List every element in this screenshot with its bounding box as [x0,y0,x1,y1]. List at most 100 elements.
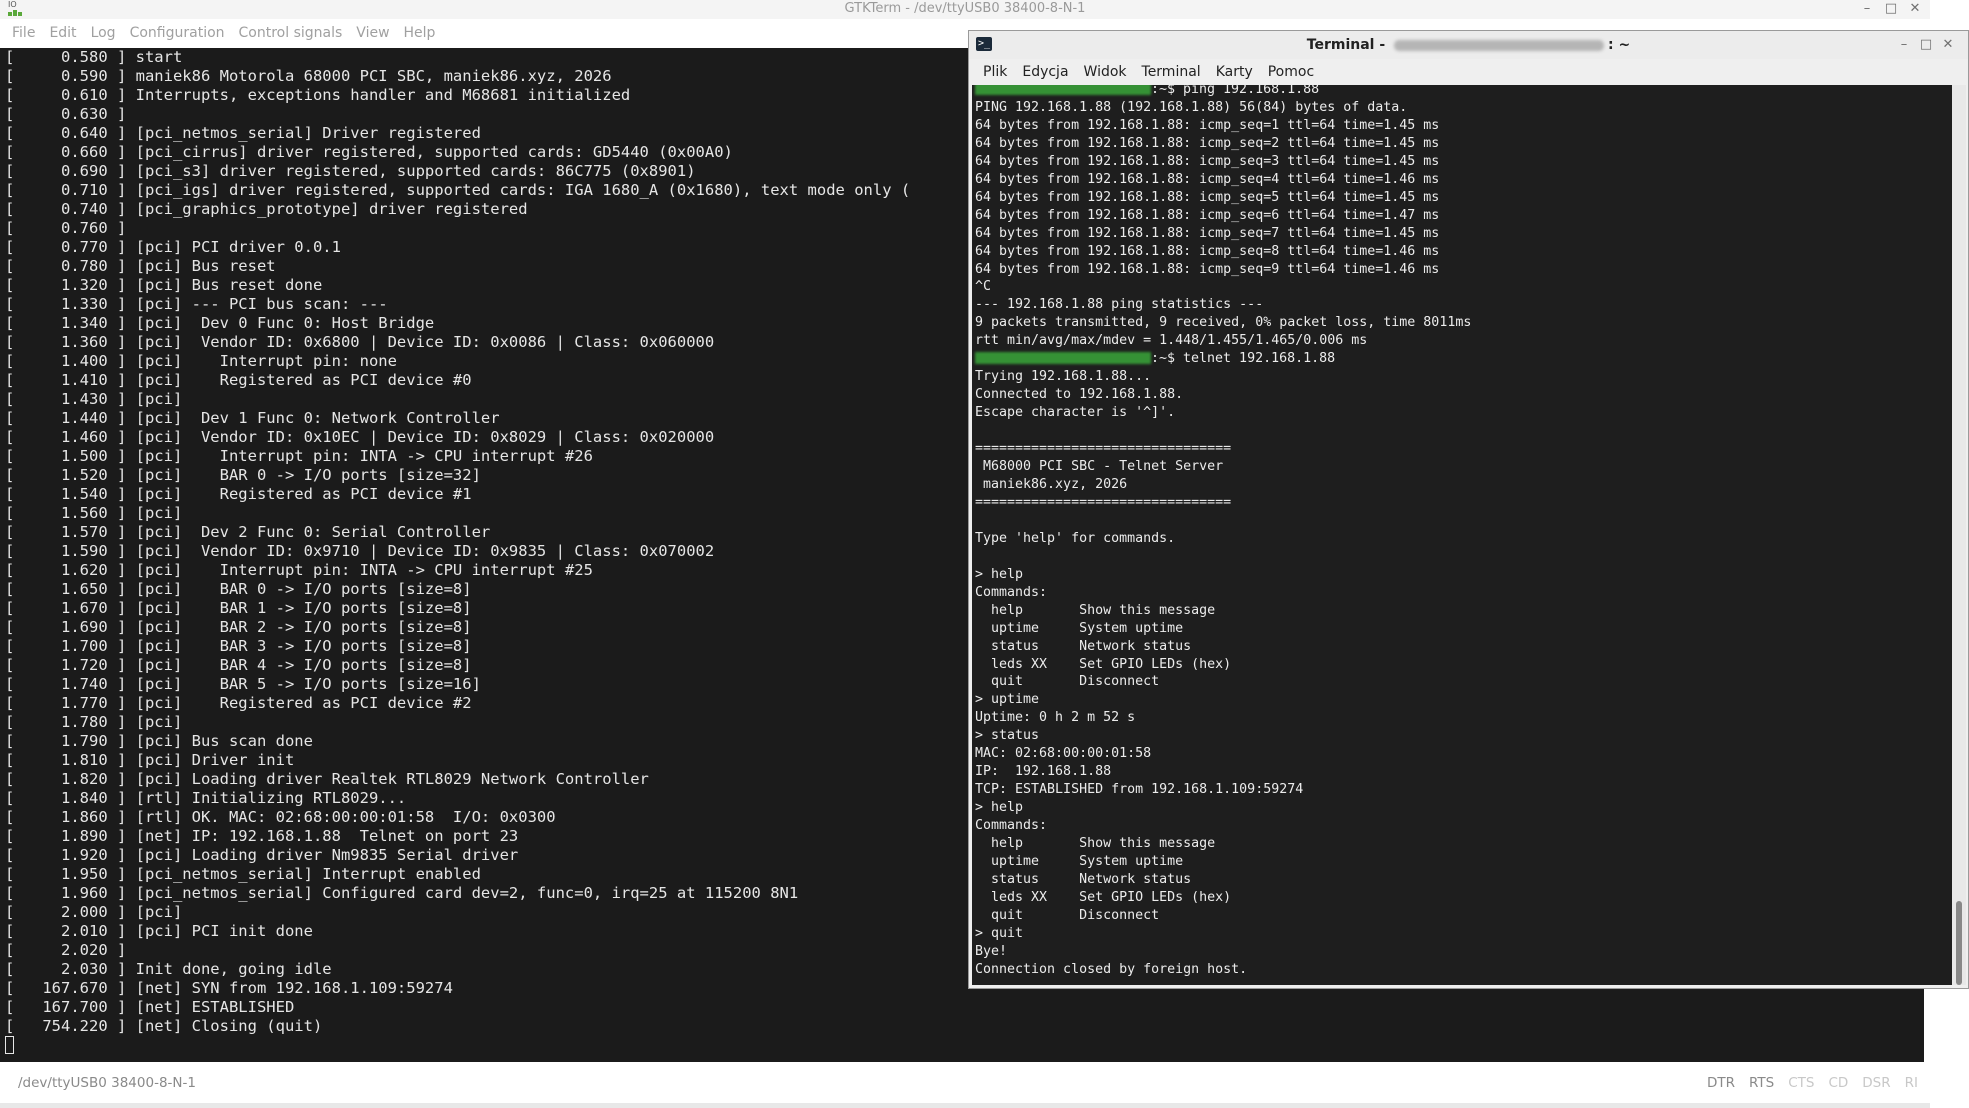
terminal-line: Connected to 192.168.1.88. [975,386,1471,404]
serial-log-line: [ 2.020 ] [5,941,127,959]
close-icon[interactable]: ✕ [1937,36,1959,54]
serial-log-line: [ 0.780 ] [pci] Bus reset [5,257,276,275]
signal-dtr: DTR [1706,1075,1735,1091]
control-signals-indicators: DTR RTS CTS CD DSR RI [1707,1075,1918,1091]
serial-log-line: [ 1.740 ] [pci] BAR 5 -> I/O ports [size… [5,675,481,693]
terminal-line: rtt min/avg/max/mdev = 1.448/1.455/1.465… [975,332,1471,350]
terminal-line: help Show this message [975,835,1471,853]
signal-ri: RI [1904,1075,1918,1091]
terminal-line-text: PING 192.168.1.88 (192.168.1.88) 56(84) … [975,99,1408,115]
maximize-icon[interactable]: □ [1879,0,1903,18]
terminal-line: > status [975,727,1471,745]
terminal-line-text: Commands: [975,818,1048,834]
serial-log-line: [ 1.340 ] [pci] Dev 0 Func 0: Host Bridg… [5,314,435,332]
menu-edit[interactable]: Edit [47,22,84,46]
terminal-line: help Show this message [975,602,1471,620]
serial-log-line: [ 0.710 ] [pci_igs] driver registered, s… [5,181,911,199]
serial-log-line: [ 0.760 ] [5,219,127,237]
terminal-scrollbar[interactable] [1952,85,1966,985]
terminal-window: >_ Terminal - : ~ – □ ✕ Plik Edycja Wido… [968,30,1969,989]
serial-log-line: [ 1.920 ] [pci] Loading driver Nm9835 Se… [5,846,519,864]
text-cursor [5,1036,910,1055]
terminal-line-text: 64 bytes from 192.168.1.88: icmp_seq=4 t… [975,171,1440,187]
terminal-window-title: Terminal - : ~ [1306,37,1631,53]
terminal-line-text: Trying 192.168.1.88... [975,369,1152,385]
terminal-line-text: IP: 192.168.1.88 [975,764,1112,780]
serial-log-line: [ 1.790 ] [pci] Bus scan done [5,732,313,750]
serial-log-line: [ 1.950 ] [pci_netmos_serial] Interrupt … [5,865,481,883]
serial-log-line: [ 1.430 ] [pci] [5,390,183,408]
terminal-line-text [975,549,983,564]
menu-edycja[interactable]: Edycja [1020,61,1075,85]
terminal-line: 64 bytes from 192.168.1.88: icmp_seq=3 t… [975,153,1471,171]
terminal-line: MAC: 02:68:00:00:01:58 [975,745,1471,763]
terminal-line [975,548,1471,566]
menu-view[interactable]: View [354,22,397,46]
menu-karty[interactable]: Karty [1214,61,1260,85]
serial-log-line: [ 1.720 ] [pci] BAR 4 -> I/O ports [size… [5,656,472,674]
redacted-hostname [1394,39,1605,51]
minimize-icon[interactable]: – [1855,0,1879,18]
serial-log-line: [ 1.500 ] [pci] Interrupt pin: INTA -> C… [5,447,593,465]
terminal-line-text: ================================ [975,441,1232,457]
terminal-line-text: ================================ [975,494,1232,510]
menu-log[interactable]: Log [89,22,124,46]
terminal-line: maniek86.xyz, 2026 [975,476,1471,494]
serial-log-line: [ 167.670 ] [net] SYN from 192.168.1.109… [5,979,453,997]
terminal-line-text: Connection closed by foreign host. [975,961,1248,977]
serial-log-line: [ 1.520 ] [pci] BAR 0 -> I/O ports [size… [5,466,481,484]
serial-log-line: [ 1.400 ] [pci] Interrupt pin: none [5,352,397,370]
terminal-line-text: Commands: [975,584,1048,600]
menu-file[interactable]: File [10,22,43,46]
terminal-line-text: > help [975,566,1024,582]
terminal-line: 64 bytes from 192.168.1.88: icmp_seq=4 t… [975,171,1471,189]
signal-cd: CD [1828,1075,1849,1091]
menu-plik[interactable]: Plik [981,61,1014,85]
serial-log-line: [ 1.560 ] [pci] [5,504,183,522]
terminal-line-text: status Network status [975,638,1192,654]
terminal-line-text: TCP: ESTABLISHED from 192.168.1.109:5927… [975,782,1304,798]
terminal-line-text: 64 bytes from 192.168.1.88: icmp_seq=2 t… [975,135,1440,151]
serial-log-line: [ 1.820 ] [pci] Loading driver Realtek R… [5,770,649,788]
terminal-line: 64 bytes from 192.168.1.88: icmp_seq=6 t… [975,207,1471,225]
terminal-line: ================================ [975,494,1471,512]
terminal-line-text: Type 'help' for commands. [975,530,1176,546]
menu-help[interactable]: Help [402,22,444,46]
menu-terminal[interactable]: Terminal [1140,61,1208,85]
signal-rts: RTS [1748,1075,1775,1091]
terminal-line: > help [975,566,1471,584]
terminal-line-text: Connected to 192.168.1.88. [975,387,1184,403]
serial-log-line: [ 0.610 ] Interrupts, exceptions handler… [5,86,631,104]
scrollbar-thumb[interactable] [1956,901,1962,985]
terminal-line-text: M68000 PCI SBC - Telnet Server [975,459,1224,475]
terminal-line-text: leds XX Set GPIO LEDs (hex) [975,656,1232,672]
terminal-line: 64 bytes from 192.168.1.88: icmp_seq=8 t… [975,243,1471,261]
terminal-line: > uptime [975,691,1471,709]
port-status-text: /dev/ttyUSB0 38400-8-N-1 [18,1075,196,1091]
terminal-line-text [975,423,983,438]
gtkterm-window-title: GTKTerm - /dev/ttyUSB0 38400-8-N-1 [844,1,1086,16]
terminal-line-text: 64 bytes from 192.168.1.88: icmp_seq=5 t… [975,189,1440,205]
maximize-icon[interactable]: □ [1915,36,1937,54]
serial-log-line: [ 1.540 ] [pci] Registered as PCI device… [5,485,472,503]
terminal-line-text: quit Disconnect [975,674,1160,690]
serial-log-line: [ 0.630 ] [5,105,127,123]
redacted-prompt [975,352,1151,365]
terminal-line-text: ^C [975,279,992,295]
menu-control-signals[interactable]: Control signals [237,22,351,46]
terminal-line: status Network status [975,638,1471,656]
terminal-line: :~$ telnet 192.168.1.88 [975,350,1471,368]
menu-configuration[interactable]: Configuration [128,22,233,46]
terminal-output[interactable]: :~$ ping 192.168.1.88 PING 192.168.1.88 (… [972,85,1952,985]
menu-widok[interactable]: Widok [1082,61,1134,85]
gtkterm-log-lines: [ 0.580 ] start[ 0.590 ] maniek86 Motoro… [5,48,910,1055]
terminal-line-text: leds XX Set GPIO LEDs (hex) [975,889,1232,905]
close-icon[interactable]: ✕ [1903,0,1927,18]
terminal-line: Commands: [975,584,1471,602]
menu-pomoc[interactable]: Pomoc [1266,61,1321,85]
serial-log-line: [ 167.700 ] [net] ESTABLISHED [5,998,295,1016]
minimize-icon[interactable]: – [1893,36,1915,54]
terminal-titlebar[interactable]: >_ Terminal - : ~ – □ ✕ [969,31,1968,59]
gtkterm-titlebar[interactable]: IO GTKTerm - /dev/ttyUSB0 38400-8-N-1 – … [0,0,1930,19]
serial-log-line: [ 2.000 ] [pci] [5,903,183,921]
